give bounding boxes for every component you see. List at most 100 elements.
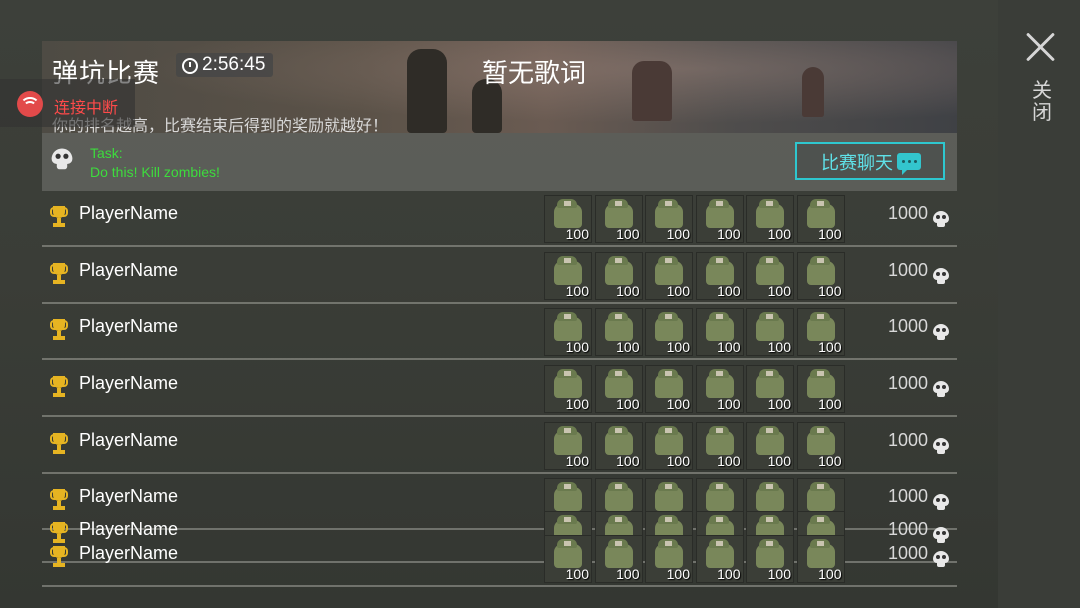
player-score: 1000 [888,203,929,223]
reward-item[interactable]: 100 [695,422,744,470]
match-chat-button[interactable]: 比赛聊天 [795,142,945,180]
trophy-icon [50,376,68,398]
tournament-panel: 弹坑比赛 2:56:45 暂无歌词 你的排名越高，比赛结束后得到的奖励就越好！ … [42,41,957,608]
lyrics-overlay: 暂无歌词 [482,58,587,88]
player-score: 1000 [888,260,929,280]
reward-item[interactable]: 100 [746,422,794,470]
skull-icon [933,381,949,398]
reward-item[interactable]: 100 [544,422,592,470]
reward-item[interactable]: 100 [796,422,845,470]
reward-item[interactable]: 100 [645,195,693,243]
player-score: 1000 [888,430,929,450]
medkit-bag-icon [655,539,683,568]
reward-item[interactable]: 100 [544,365,592,413]
chat-bubble-icon [897,153,921,175]
row-divider [42,358,957,360]
reward-item[interactable]: 100 [544,308,592,356]
medkit-bag-icon [756,539,784,568]
reward-quantity: 100 [666,283,690,299]
medkit-bag-icon [806,199,835,228]
skull-icon [51,148,73,170]
leaderboard-row[interactable]: PlayerName 100 100 100 100 100 100 1000 [42,248,957,304]
medkit-bag-icon [554,426,582,455]
reward-item[interactable]: 100 [746,535,794,583]
medkit-bag-icon [604,369,633,398]
reward-item[interactable]: 100 [645,308,693,356]
reward-item[interactable]: 100 [695,252,744,300]
medkit-bag-icon [756,256,784,285]
reward-item[interactable]: 100 [746,195,794,243]
reward-quantity: 100 [616,283,640,299]
reward-item[interactable]: 100 [796,308,845,356]
reward-quantity: 100 [666,396,690,412]
medkit-bag-icon [655,426,683,455]
reward-quantity: 100 [565,396,589,412]
reward-quantity: 100 [565,339,589,355]
reward-item[interactable]: 100 [796,535,845,583]
reward-quantity: 100 [565,566,589,582]
medkit-bag-icon [806,256,835,285]
player-score: 1000 [888,486,929,506]
leaderboard-row[interactable]: PlayerName 100 100 100 100 100 100 1000 [42,191,957,247]
medkit-bag-icon [604,199,633,228]
reward-item[interactable]: 100 [594,308,643,356]
reward-quantity: 100 [767,226,791,242]
reward-item[interactable]: 100 [645,422,693,470]
zombie-figure [802,67,824,117]
reward-item[interactable]: 100 [645,365,693,413]
close-label[interactable]: 关闭 [1030,80,1054,124]
reward-item[interactable]: 100 [594,195,643,243]
reward-item[interactable]: 100 [695,365,744,413]
reward-item[interactable]: 100 [746,365,794,413]
medkit-bag-icon [705,312,734,341]
reward-item[interactable]: 100 [544,252,592,300]
reward-item[interactable]: 100 [796,365,845,413]
medkit-bag-icon [806,539,835,568]
reward-quantity: 100 [767,566,791,582]
reward-item[interactable]: 100 [594,535,643,583]
reward-item[interactable]: 100 [695,195,744,243]
medkit-bag-icon [806,369,835,398]
task-bar: Task: Do this! Kill zombies! 比赛聊天 [42,133,957,191]
leaderboard-row[interactable]: PlayerName 100 100 100 100 100 100 1000 [42,304,957,360]
wifi-off-icon [17,91,43,117]
reward-item[interactable]: 100 [695,308,744,356]
reward-item[interactable]: 100 [645,535,693,583]
clock-icon [182,58,198,74]
reward-quantity: 100 [565,226,589,242]
reward-quantity: 100 [767,453,791,469]
player-name: PlayerName [79,543,179,563]
reward-item[interactable]: 100 [796,195,845,243]
reward-quantity: 100 [818,453,842,469]
close-icon[interactable] [1026,32,1056,62]
reward-quantity: 100 [616,339,640,355]
medkit-bag-icon [655,199,683,228]
leaderboard-row[interactable]: PlayerName 100 100 100 100 100 100 1000 [42,418,957,474]
reward-item[interactable]: 100 [746,252,794,300]
reward-item[interactable]: 100 [746,308,794,356]
reward-quantity: 100 [666,453,690,469]
reward-item[interactable]: 100 [645,252,693,300]
reward-quantity: 100 [717,339,741,355]
row-divider [42,585,957,587]
reward-quantity: 100 [666,339,690,355]
reward-quantity: 100 [616,396,640,412]
medkit-bag-icon [554,199,582,228]
reward-item[interactable]: 100 [594,365,643,413]
reward-item[interactable]: 100 [544,195,592,243]
reward-item[interactable]: 100 [594,422,643,470]
reward-quantity: 100 [717,453,741,469]
chat-button-label: 比赛聊天 [821,153,893,173]
leaderboard-row[interactable]: PlayerName 100 100 100 100 100 100 1000 [42,531,957,587]
reward-quantity: 100 [717,396,741,412]
trophy-icon [50,319,68,341]
leaderboard-row[interactable]: PlayerName 100 100 100 100 100 100 1000 [42,361,957,417]
reward-item[interactable]: 100 [544,535,592,583]
reward-quantity: 100 [666,226,690,242]
connection-status[interactable]: 连接中断 [0,79,135,127]
reward-item[interactable]: 100 [695,535,744,583]
reward-item[interactable]: 100 [796,252,845,300]
reward-quantity: 100 [565,453,589,469]
reward-item[interactable]: 100 [594,252,643,300]
medkit-bag-icon [655,312,683,341]
